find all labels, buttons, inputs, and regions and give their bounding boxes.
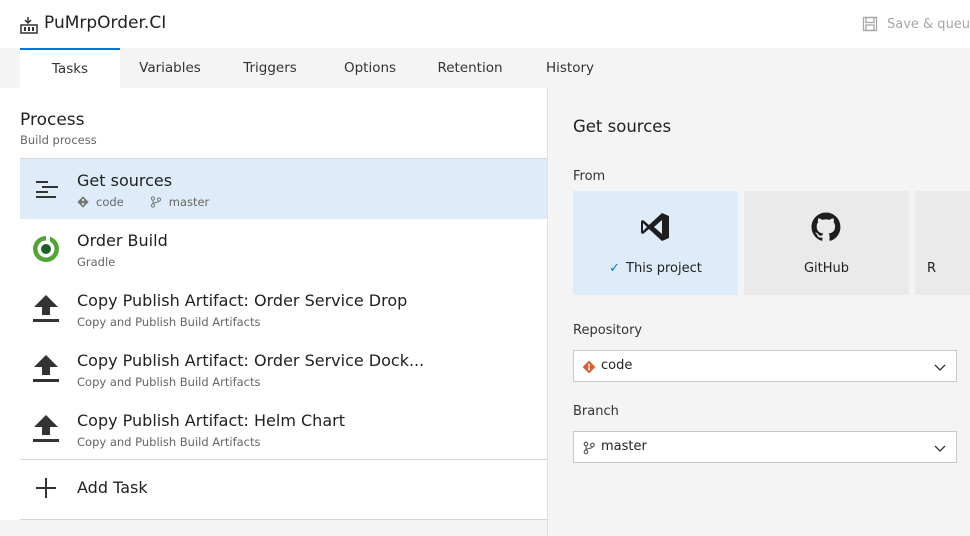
task-name: Copy Publish Artifact: Helm Chart xyxy=(77,411,345,430)
repository-select[interactable]: code xyxy=(573,350,957,382)
source-label: ✓ This project xyxy=(573,261,738,276)
pipeline-title: PuMrpOrder.CI xyxy=(44,13,167,33)
task-name: Order Build xyxy=(77,231,168,250)
task-copy-publish-helm-chart[interactable]: Copy Publish Artifact: Helm Chart Copy a… xyxy=(20,399,547,459)
source-github[interactable]: GitHub xyxy=(744,191,909,295)
source-name: This project xyxy=(626,261,702,276)
task-subtitle: code master xyxy=(77,195,209,209)
tab-bar: Tasks Variables Triggers Options Retenti… xyxy=(0,48,970,88)
visual-studio-icon xyxy=(641,213,669,241)
source-this-project[interactable]: ✓ This project xyxy=(573,191,738,295)
tab-options[interactable]: Options xyxy=(330,48,410,88)
gradle-icon xyxy=(33,236,59,262)
branch-icon xyxy=(150,196,161,208)
repository-label: Repository xyxy=(573,323,643,338)
tab-tasks[interactable]: Tasks xyxy=(20,48,120,88)
detail-pane: Get sources From ✓ This project GitHub R … xyxy=(547,88,970,536)
tab-retention[interactable]: Retention xyxy=(430,48,510,88)
check-icon: ✓ xyxy=(609,261,621,276)
task-branch: master xyxy=(168,195,210,209)
add-task-label: Add Task xyxy=(77,478,148,497)
task-subtitle: Gradle xyxy=(77,255,116,269)
detail-title: Get sources xyxy=(573,117,672,136)
from-label: From xyxy=(573,169,606,184)
task-name: Copy Publish Artifact: Order Service Doc… xyxy=(77,351,425,370)
task-name: Copy Publish Artifact: Order Service Dro… xyxy=(77,291,408,310)
process-subtitle: Build process xyxy=(20,133,97,147)
repository-value: code xyxy=(601,358,633,373)
save-icon xyxy=(862,16,878,32)
tab-triggers[interactable]: Triggers xyxy=(230,48,310,88)
upload-icon xyxy=(33,355,59,382)
task-copy-publish-order-drop[interactable]: Copy Publish Artifact: Order Service Dro… xyxy=(20,279,547,339)
task-order-build[interactable]: Order Build Gradle xyxy=(20,219,547,279)
upload-icon xyxy=(33,415,59,442)
chevron-down-icon xyxy=(934,445,946,452)
source-name: GitHub xyxy=(803,261,850,276)
tab-history[interactable]: History xyxy=(530,48,610,88)
tab-variables[interactable]: Variables xyxy=(130,48,210,88)
github-icon xyxy=(811,212,841,241)
task-repo: code xyxy=(96,195,124,209)
task-name: Get sources xyxy=(77,171,173,190)
task-subtitle: Copy and Publish Build Artifacts xyxy=(77,315,261,329)
process-title[interactable]: Process xyxy=(20,110,85,130)
plus-icon xyxy=(36,478,56,498)
source-name: R xyxy=(927,261,937,276)
divider xyxy=(20,519,547,520)
git-repo-icon xyxy=(77,196,89,208)
build-pipeline-icon xyxy=(20,17,38,34)
get-sources-icon xyxy=(36,181,58,198)
branch-label: Branch xyxy=(573,404,619,419)
save-queue-button[interactable]: Save & queue xyxy=(862,16,970,32)
task-subtitle: Copy and Publish Build Artifacts xyxy=(77,435,261,449)
process-pane: Process Build process Get sources code m… xyxy=(0,88,547,536)
chevron-down-icon xyxy=(934,364,946,371)
branch-value: master xyxy=(601,439,647,454)
add-task-button[interactable]: Add Task xyxy=(20,460,547,520)
task-get-sources[interactable]: Get sources code master xyxy=(20,159,547,219)
source-third[interactable]: R xyxy=(915,191,970,295)
task-subtitle: Copy and Publish Build Artifacts xyxy=(77,375,261,389)
title-bar: PuMrpOrder.CI Save & queue xyxy=(0,0,970,48)
branch-select[interactable]: master xyxy=(573,431,957,463)
save-queue-label: Save & queue xyxy=(887,16,970,32)
git-repo-icon xyxy=(582,360,596,374)
process-panel: Process Build process Get sources code m… xyxy=(0,88,547,520)
branch-icon xyxy=(583,441,595,455)
task-copy-publish-order-docker[interactable]: Copy Publish Artifact: Order Service Doc… xyxy=(20,339,547,399)
upload-icon xyxy=(33,295,59,322)
